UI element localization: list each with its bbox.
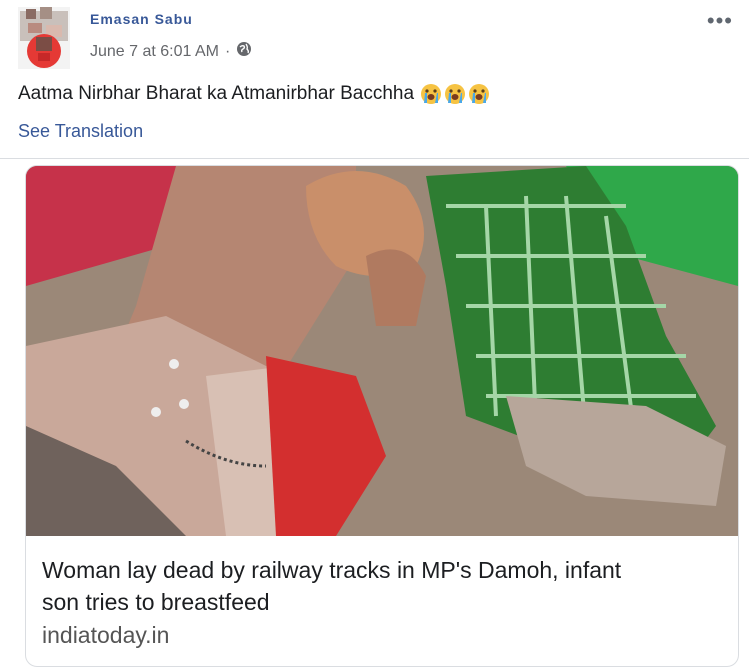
meta-separator: · <box>224 42 231 60</box>
post-caption: Aatma Nirbhar Bharat ka Atmanirbhar Bacc… <box>18 83 490 105</box>
link-preview-card[interactable]: Woman lay dead by railway tracks in MP's… <box>25 165 739 667</box>
facebook-post: Emasan Sabu June 7 at 6:01 AM · ••• Aatm… <box>0 0 749 669</box>
headline-line-2: son tries to breastfeed <box>42 589 270 615</box>
news-photo[interactable] <box>26 166 738 536</box>
more-options-icon[interactable]: ••• <box>707 8 733 34</box>
crying-face-icon <box>421 84 442 104</box>
see-translation-link[interactable]: See Translation <box>18 121 143 142</box>
timestamp[interactable]: June 7 at 6:01 AM <box>90 43 219 61</box>
link-domain: indiatoday.in <box>42 622 170 648</box>
caption-text: Aatma Nirbhar Bharat ka Atmanirbhar Bacc… <box>18 83 415 104</box>
author-name[interactable]: Emasan Sabu <box>90 11 193 27</box>
avatar[interactable] <box>18 7 70 69</box>
caption-emojis <box>420 83 490 105</box>
crying-face-icon <box>445 84 466 104</box>
link-headline[interactable]: Woman lay dead by railway tracks in MP's… <box>42 554 722 618</box>
headline-line-1: Woman lay dead by railway tracks in MP's… <box>42 557 622 583</box>
divider <box>0 158 749 159</box>
post-meta: June 7 at 6:01 AM · <box>90 41 252 62</box>
crying-face-icon <box>469 84 490 104</box>
globe-icon[interactable] <box>236 41 252 62</box>
